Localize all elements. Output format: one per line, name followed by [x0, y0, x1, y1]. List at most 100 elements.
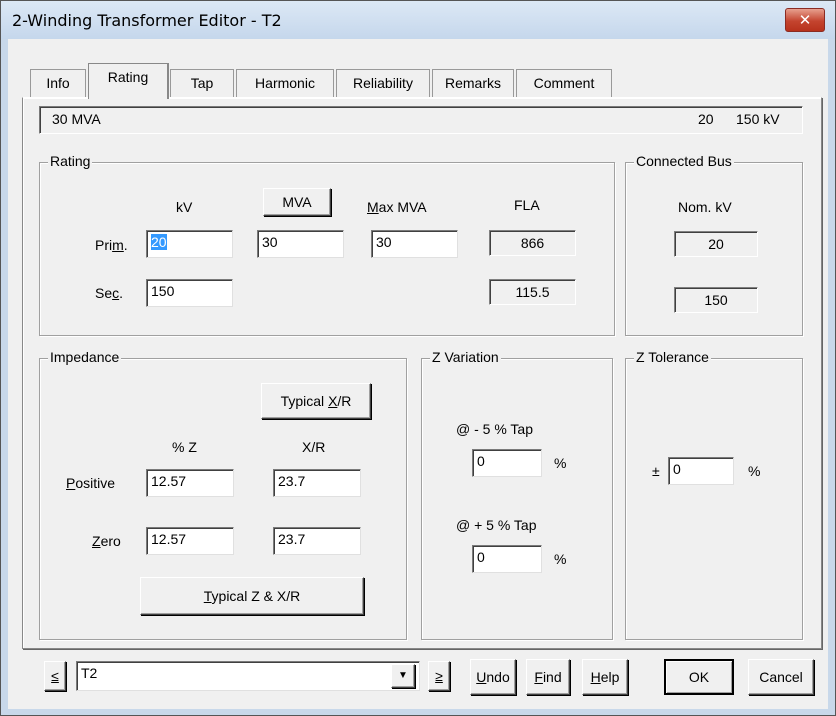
typical-z-xr-button[interactable]: Typical Z & X/R: [140, 577, 364, 615]
plus-minus-symbol: ±: [652, 463, 660, 479]
undo-button[interactable]: Undo: [470, 659, 516, 695]
tab-tap[interactable]: Tap: [170, 69, 234, 98]
dialog-client-area: Info Rating Tap Harmonic Reliability Rem…: [8, 39, 828, 709]
summary-bar: 30 MVA 20 150 kV: [39, 106, 803, 134]
sec-kv-input[interactable]: 150: [146, 279, 233, 307]
previous-icon: ≤: [51, 668, 59, 684]
find-button[interactable]: Find: [526, 659, 570, 695]
z-variation-group: Z Variation @ - 5 % Tap 0 % @ + 5 % Tap …: [421, 349, 613, 640]
nom-kv-header: Nom. kV: [678, 199, 732, 215]
prim-fla-value: 866: [489, 230, 576, 256]
prim-kv-input[interactable]: 20: [146, 230, 233, 258]
dropdown-button[interactable]: ▼: [391, 664, 415, 688]
tab-label: Harmonic: [255, 75, 315, 91]
z-tolerance-input[interactable]: 0: [668, 457, 734, 485]
tab-reliability[interactable]: Reliability: [336, 69, 430, 98]
z-tolerance-unit: %: [748, 463, 761, 479]
z-tolerance-value: 0: [673, 461, 681, 477]
window-title: 2-Winding Transformer Editor - T2: [12, 11, 282, 30]
typical-xr-suffix: /R: [337, 393, 352, 409]
positive-xr-input[interactable]: 23.7: [273, 469, 361, 497]
plus-tap-unit: %: [554, 551, 567, 567]
max-mva-header: Max MVA: [367, 199, 427, 215]
rating-tab-panel: 30 MVA 20 150 kV Rating kV MVA Max MVA F…: [22, 97, 822, 649]
connected-bus-group-label: Connected Bus: [634, 153, 734, 169]
positive-z-input[interactable]: 12.57: [146, 469, 234, 497]
tab-remarks[interactable]: Remarks: [432, 69, 514, 98]
zero-z-input[interactable]: 12.57: [146, 527, 234, 555]
undo-mnemonic: U: [476, 669, 487, 685]
bus-sec-kv: 150: [674, 287, 758, 313]
tab-label: Remarks: [444, 75, 501, 91]
find-text: ind: [542, 669, 562, 685]
zero-z-value: 12.57: [151, 531, 187, 547]
sec-fla-value: 115.5: [489, 279, 576, 305]
sec-label-text: Se: [95, 285, 113, 301]
minus-tap-input[interactable]: 0: [472, 449, 542, 477]
pct-z-header: % Z: [172, 439, 197, 455]
positive-xr-value: 23.7: [278, 473, 306, 489]
typical-xr-mnemonic: X: [328, 393, 338, 409]
prim-label-text: Pri: [95, 237, 113, 253]
zero-text: ero: [100, 533, 121, 549]
prim-max-mva-value: 30: [376, 234, 392, 250]
max-mva-header-mnemonic: M: [367, 199, 379, 215]
transformer-editor-window: 2-Winding Transformer Editor - T2 ✕ Info…: [0, 0, 836, 716]
rating-group: Rating kV MVA Max MVA FLA Prim. 20 30 30…: [39, 153, 615, 336]
close-icon: ✕: [798, 11, 812, 29]
zero-xr-value: 23.7: [278, 531, 306, 547]
tab-comment[interactable]: Comment: [516, 69, 612, 98]
positive-z-value: 12.57: [151, 473, 187, 489]
cancel-button[interactable]: Cancel: [748, 659, 814, 695]
undo-text: ndo: [486, 669, 510, 685]
help-button[interactable]: Help: [582, 659, 628, 695]
close-button[interactable]: ✕: [785, 8, 825, 32]
mva-button-label: MVA: [282, 194, 312, 210]
previous-button[interactable]: ≤: [44, 661, 66, 691]
tab-rating[interactable]: Rating: [88, 63, 169, 99]
help-text: elp: [600, 669, 620, 685]
plus-tap-input[interactable]: 0: [472, 545, 542, 573]
max-mva-header-text: ax MVA: [378, 199, 427, 215]
tab-info[interactable]: Info: [30, 69, 86, 98]
z-variation-group-label: Z Variation: [430, 349, 501, 365]
next-icon: ≥: [435, 668, 443, 684]
positive-label: Positive: [66, 475, 115, 491]
prim-label: Prim.: [95, 237, 128, 253]
typical-z-xr-mnemonic: T: [203, 588, 212, 604]
plus-tap-value: 0: [477, 549, 485, 565]
ok-button[interactable]: OK: [664, 659, 734, 695]
tab-label: Info: [46, 75, 70, 91]
impedance-group-label: Impedance: [48, 349, 122, 365]
fla-header: FLA: [514, 197, 540, 213]
rating-group-label: Rating: [48, 153, 93, 169]
typical-xr-button[interactable]: Typical X/R: [261, 383, 371, 419]
prim-max-mva-input[interactable]: 30: [371, 230, 458, 258]
tab-label: Tap: [190, 75, 214, 91]
zero-xr-input[interactable]: 23.7: [273, 527, 361, 555]
prim-mva-value: 30: [262, 234, 278, 250]
sec-label: Sec.: [95, 285, 123, 301]
z-tolerance-group: Z Tolerance ± 0 %: [625, 349, 803, 640]
prim-label-mnemonic: m: [112, 237, 124, 253]
tab-label: Reliability: [353, 75, 413, 91]
positive-text: ositive: [75, 475, 116, 491]
minus-tap-value: 0: [477, 453, 485, 469]
sec-label-dot: .: [119, 285, 124, 301]
minus-tap-unit: %: [554, 455, 567, 471]
plus-tap-label: @ + 5 % Tap: [456, 517, 537, 533]
find-mnemonic: F: [534, 669, 543, 685]
title-bar[interactable]: 2-Winding Transformer Editor - T2 ✕: [1, 1, 835, 39]
element-selector[interactable]: T2 ▼: [76, 661, 420, 691]
typical-z-xr-text: ypical Z & X/R: [211, 588, 301, 604]
element-selector-value: T2: [81, 665, 98, 681]
prim-mva-input[interactable]: 30: [257, 230, 344, 258]
prim-label-dot: .: [123, 237, 128, 253]
zero-label: Zero: [92, 533, 121, 549]
next-button[interactable]: ≥: [428, 661, 450, 691]
mva-button[interactable]: MVA: [263, 188, 331, 216]
zero-mnemonic: Z: [92, 533, 101, 549]
tab-harmonic[interactable]: Harmonic: [236, 69, 334, 98]
summary-kv-sec: 150 kV: [736, 111, 780, 127]
sec-kv-value: 150: [151, 283, 175, 299]
